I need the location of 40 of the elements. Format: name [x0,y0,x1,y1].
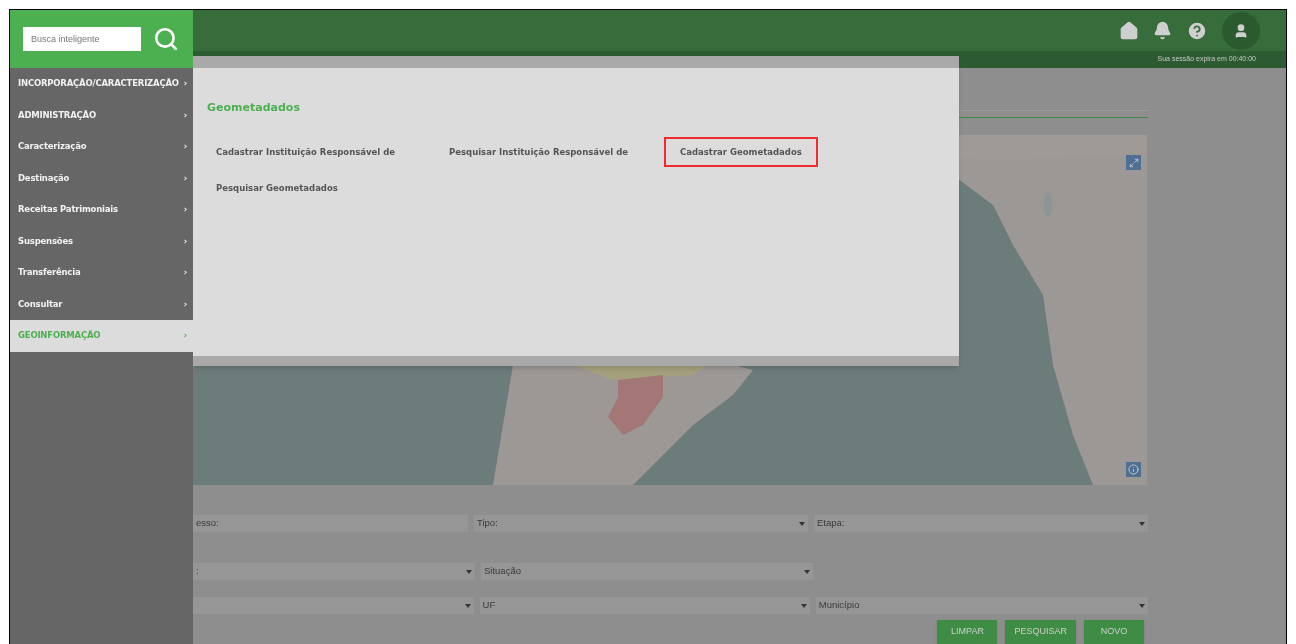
dropdown-caret-icon [1139,603,1145,608]
dropdown-caret-icon [1139,521,1145,526]
menu-link[interactable]: Cadastrar Instituição Responsável de [216,138,395,166]
dropdown-caret-icon [800,603,807,608]
action-button[interactable]: PESQUISAR [1005,620,1076,644]
filter-field[interactable]: Situação [481,563,813,580]
dropdown-caret-icon [799,521,805,526]
dropdown-caret-icon [804,569,810,574]
dropdown-caret-icon [464,603,471,608]
menu-link[interactable]: Cadastrar Geometadados [664,136,818,168]
search-icon[interactable] [153,26,179,52]
filter-field[interactable]: Etapa: [814,515,1148,532]
filter-field[interactable]: esso: [193,515,468,532]
filter-field[interactable]: : [193,563,475,580]
action-button[interactable]: LIMPAR [937,620,998,644]
sidebar-item[interactable]: ADMINISTRAÇÃO › [10,99,193,131]
home-icon[interactable] [1119,20,1139,41]
user-icon [1233,22,1249,39]
bell-icon[interactable] [1153,21,1172,41]
filter-field[interactable]: Tipo: [474,515,808,532]
user-avatar[interactable] [1222,11,1260,50]
sidebar-item[interactable]: INCORPORAÇÃO/CARACTERIZAÇÃO › [10,68,193,100]
fullscreen-button[interactable] [1126,155,1141,170]
sidebar-item[interactable]: Caracterização › [10,131,193,163]
action-button[interactable]: NOVO [1084,620,1144,644]
info-button[interactable] [1126,462,1141,477]
mega-menu-title: Geometadados [207,100,300,116]
sidebar-item[interactable]: Suspensões › [10,225,193,257]
filter-field[interactable] [193,597,474,614]
filter-field[interactable]: UF [479,597,810,614]
filter-field[interactable]: Município [815,597,1148,614]
sidebar-item[interactable]: Destinação › [10,162,193,194]
dropdown-caret-icon [466,569,472,574]
sidebar-item[interactable]: Receitas Patrimoniais › [10,194,193,226]
menu-link[interactable]: Pesquisar Instituição Responsável de [449,138,629,166]
help-icon[interactable] [1186,19,1208,42]
menu-link[interactable]: Pesquisar Geometadados [216,175,338,202]
sidebar-item[interactable]: Consultar › [10,288,193,320]
sidebar-item[interactable]: Transferência › [10,257,193,289]
search-field[interactable]: Busca inteligente [23,27,141,51]
